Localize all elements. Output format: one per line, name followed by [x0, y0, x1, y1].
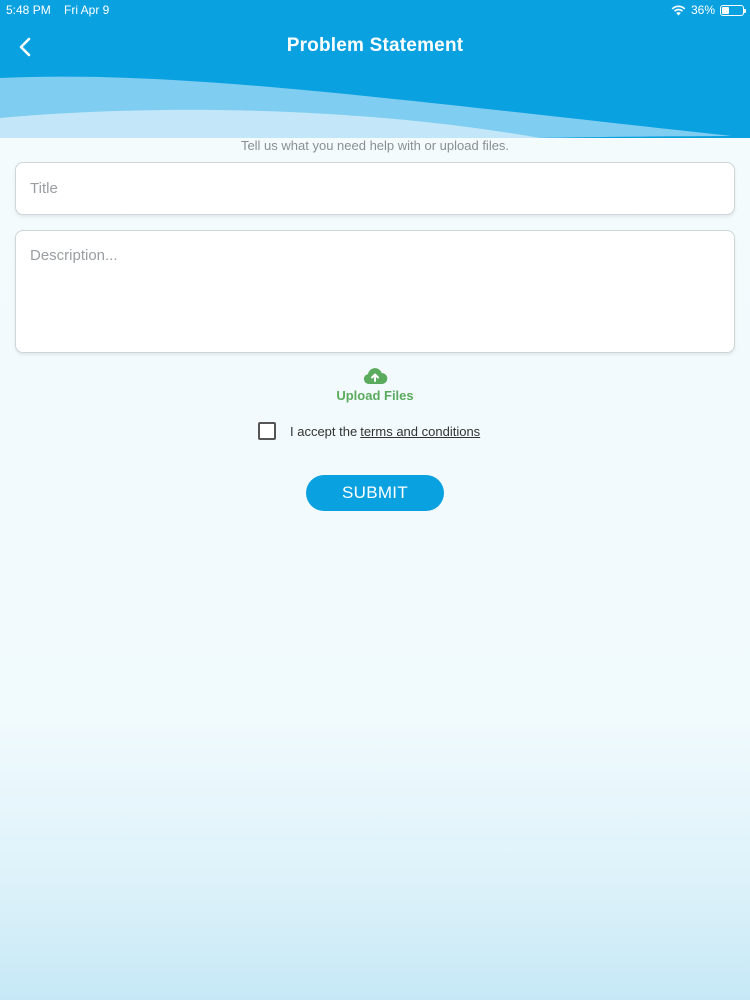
battery-level — [722, 6, 730, 14]
upload-files-label: Upload Files — [336, 388, 414, 403]
terms-checkbox[interactable] — [258, 422, 276, 440]
header-banner: 5:48 PM Fri Apr 9 36% Problem Statement — [0, 0, 750, 138]
page-title: Problem Statement — [286, 35, 464, 56]
form-subtitle: Tell us what you need help with or uploa… — [240, 138, 510, 153]
terms-link[interactable]: terms and conditions — [360, 424, 480, 439]
cloud-upload-icon — [363, 368, 388, 384]
terms-row: I accept the terms and conditions — [258, 422, 480, 440]
status-date: Fri Apr 9 — [64, 3, 110, 17]
wifi-icon — [671, 5, 686, 15]
terms-prefix: I accept the — [290, 423, 358, 439]
title-field — [15, 162, 735, 215]
upload-files-button[interactable]: Upload Files — [0, 366, 750, 403]
submit-button[interactable]: SUBMIT — [306, 475, 444, 511]
title-input[interactable] — [16, 163, 734, 214]
status-indicators: 36% — [671, 3, 746, 17]
battery-icon — [720, 4, 746, 16]
status-time: 5:48 PM — [6, 3, 51, 17]
description-input[interactable] — [16, 231, 734, 352]
status-bar: 5:48 PM Fri Apr 9 36% — [0, 0, 750, 20]
description-field — [15, 230, 735, 353]
battery-percent: 36% — [690, 3, 715, 17]
header-wave-background — [0, 0, 750, 138]
